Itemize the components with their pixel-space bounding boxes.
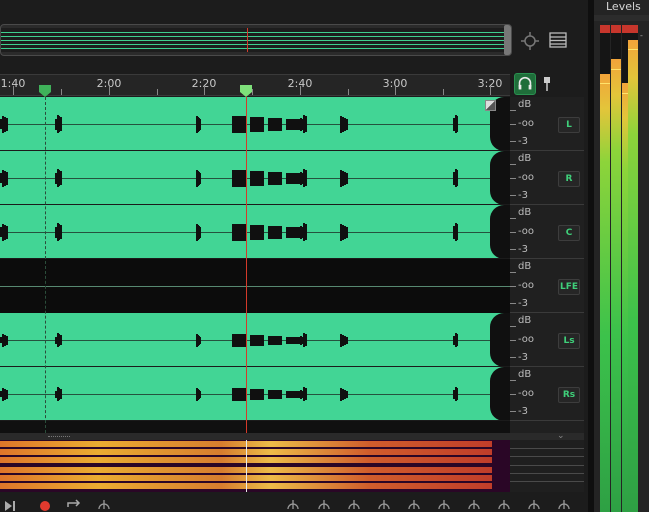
- zoom-out-amplitude-icon[interactable]: [316, 497, 332, 511]
- db-unit-label: dB: [518, 99, 532, 110]
- db-inf-label: -oo: [518, 226, 535, 237]
- meter-scale: -: [640, 25, 649, 512]
- db-scale-lane: dB -oo -3 L: [510, 97, 584, 151]
- playhead[interactable]: [246, 97, 247, 433]
- db-unit-label: dB: [518, 153, 532, 164]
- overview-navigator[interactable]: [0, 24, 512, 56]
- zoom-out-spectral-icon[interactable]: [556, 497, 572, 511]
- channel-enable-button-lfe[interactable]: LFE: [558, 279, 580, 295]
- db-unit-label: dB: [518, 315, 532, 326]
- levels-panel: Levels -: [594, 0, 649, 512]
- db-minus3-label: -3: [518, 190, 528, 201]
- db-minus3-label: -3: [518, 352, 528, 363]
- amplitude-toggle-button[interactable]: [485, 100, 496, 111]
- db-scale-lane: dB -oo -3 R: [510, 151, 584, 205]
- db-unit-label: dB: [518, 261, 532, 272]
- db-inf-label: -oo: [518, 118, 535, 129]
- db-inf-label: -oo: [518, 172, 535, 183]
- spectral-scale: [510, 440, 584, 492]
- db-inf-label: -oo: [518, 280, 535, 291]
- level-meter: [600, 25, 610, 512]
- db-scale-lane: dB -oo -3 Rs: [510, 367, 584, 421]
- channel-enable-button-ls[interactable]: Ls: [558, 333, 580, 349]
- overview-waveform: [1, 28, 506, 52]
- channel-enable-button-l[interactable]: L: [558, 117, 580, 133]
- db-unit-label: dB: [518, 207, 532, 218]
- zoom-in-left-icon[interactable]: [466, 497, 482, 511]
- spectral-display[interactable]: [0, 440, 510, 492]
- db-unit-label: dB: [518, 369, 532, 380]
- db-inf-label: -oo: [518, 334, 535, 345]
- meter-level: [600, 73, 610, 512]
- skip-to-end-icon[interactable]: [4, 497, 20, 511]
- meter-level: [611, 59, 621, 512]
- channel-lane-rs[interactable]: [0, 367, 510, 421]
- db-scale-lane: dB -oo -3 LFE: [510, 259, 584, 313]
- headphones-monitor-icon[interactable]: [514, 73, 536, 95]
- pin-icon[interactable]: [540, 76, 554, 92]
- db-scale-lane: dB -oo -3 C: [510, 205, 584, 259]
- zoom-to-selection-icon[interactable]: [520, 31, 540, 51]
- levels-title: Levels: [606, 0, 641, 13]
- zoom-in-right-icon[interactable]: [496, 497, 512, 511]
- channel-lane-ls[interactable]: [0, 313, 510, 367]
- db-minus3-label: -3: [518, 136, 528, 147]
- record-icon[interactable]: [38, 497, 54, 511]
- channel-enable-button-c[interactable]: C: [558, 225, 580, 241]
- zoom-spectral-icon[interactable]: [526, 497, 542, 511]
- meter-scale-label: -: [640, 31, 643, 40]
- cue-marker-icon[interactable]: [39, 85, 51, 97]
- db-scale-lane: dB -oo -3 Ls: [510, 313, 584, 367]
- overview-resize-handle[interactable]: [504, 25, 511, 55]
- timeline-ruler[interactable]: 1:40 2:00 2:20 2:40 3:00 3:20: [0, 74, 510, 97]
- zoom-out-time-icon[interactable]: [376, 497, 392, 511]
- transport-bar: [0, 494, 590, 512]
- db-minus3-label: -3: [518, 244, 528, 255]
- db-minus3-label: -3: [518, 298, 528, 309]
- channel-lane-c[interactable]: [0, 205, 510, 259]
- db-minus3-label: -3: [518, 406, 528, 417]
- panel-menu-icon[interactable]: [549, 32, 567, 48]
- zoom-in-amplitude-icon[interactable]: [285, 497, 301, 511]
- channel-lane-lfe[interactable]: [0, 259, 510, 313]
- db-scale-panel: dB -oo -3 LdB -oo -3 RdB -oo -3 CdB -oo -3 LFE dB -oo -…: [510, 97, 584, 433]
- meter-level: [628, 39, 638, 512]
- channel-enable-button-r[interactable]: R: [558, 171, 580, 187]
- db-inf-label: -oo: [518, 388, 535, 399]
- channel-lane-r[interactable]: [0, 151, 510, 205]
- marker-line: [45, 97, 46, 433]
- cue-marker-icon[interactable]: [240, 85, 252, 97]
- channel-enable-button-rs[interactable]: Rs: [558, 387, 580, 403]
- zoom-selection-icon[interactable]: [436, 497, 452, 511]
- zoom-full-icon[interactable]: [406, 497, 422, 511]
- loop-icon[interactable]: [66, 497, 82, 511]
- spectral-divider[interactable]: ⌄: [0, 431, 584, 441]
- waveform-editor[interactable]: [0, 97, 510, 433]
- skip-selection-icon[interactable]: [96, 497, 112, 511]
- level-meter: [611, 25, 621, 512]
- level-meter: [628, 25, 638, 512]
- zoom-in-time-icon[interactable]: [346, 497, 362, 511]
- channel-lane-l[interactable]: [0, 97, 510, 151]
